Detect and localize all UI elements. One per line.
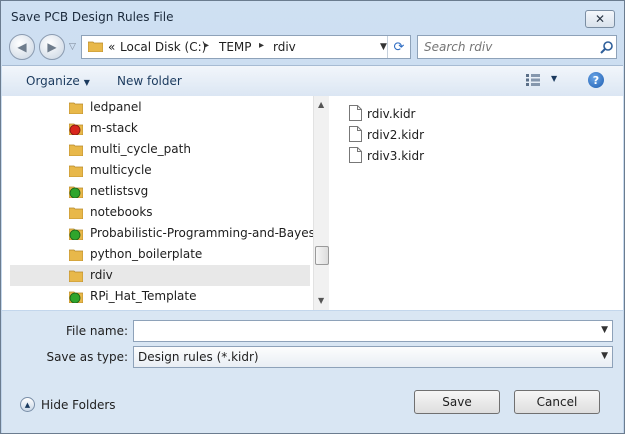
folder-tree-scrollbar[interactable]: ▲ ▼ [313, 96, 329, 310]
tree-item-rpi-hat-template[interactable]: RPi_Hat_Template [10, 286, 310, 307]
file-item-label: rdiv3.kidr [367, 149, 425, 163]
forward-arrow-icon: ▶ [47, 40, 57, 54]
tree-item-multi-cycle-path[interactable]: multi_cycle_path [10, 139, 310, 160]
cancel-button[interactable]: Cancel [514, 390, 600, 414]
tree-item-m-stack[interactable]: m-stack [10, 118, 310, 139]
refresh-button[interactable]: ⟳ [387, 36, 410, 58]
new-folder-button[interactable]: New folder [117, 74, 182, 88]
file-item-rdiv2-kidr[interactable]: rdiv2.kidr [349, 125, 549, 145]
chevron-down-icon: ▼ [83, 78, 90, 87]
file-name-combobox[interactable]: ▼ [133, 320, 613, 342]
file-item-label: rdiv.kidr [367, 107, 416, 121]
tree-item-rdiv[interactable]: rdiv [10, 265, 310, 286]
title-bar[interactable]: Save PCB Design Rules File ✕ [1, 1, 624, 31]
folder-icon [69, 207, 83, 219]
tree-item-python-boilerplate[interactable]: python_boilerplate [10, 244, 310, 265]
folder-icon [69, 144, 83, 156]
close-icon: ✕ [594, 12, 606, 26]
save-button[interactable]: Save [414, 390, 500, 414]
view-dropdown-arrow[interactable]: ▼ [551, 74, 557, 83]
tree-item-multicycle[interactable]: multicycle [10, 160, 310, 181]
tree-item-netlistsvg[interactable]: netlistsvg [10, 181, 310, 202]
scrollbar-thumb[interactable] [315, 246, 329, 265]
tree-item-label: rdiv [90, 268, 113, 282]
tree-item-ledpanel[interactable]: ledpanel [10, 97, 310, 118]
folder-tree[interactable]: ledpanel m-stack multi_cycle_path multic… [2, 96, 314, 310]
document-icon [349, 126, 362, 142]
back-button[interactable]: ◀ [9, 34, 35, 60]
file-name-input[interactable] [137, 322, 591, 340]
dialog-title: Save PCB Design Rules File [11, 10, 174, 24]
scroll-down-icon[interactable]: ▼ [318, 296, 324, 305]
file-name-label: File name: [66, 324, 128, 338]
help-button[interactable]: ? [588, 72, 604, 88]
document-icon [349, 147, 362, 163]
save-as-type-select[interactable]: Design rules (*.kidr) ▼ [133, 346, 613, 368]
forward-button[interactable]: ▶ [39, 34, 65, 60]
tree-item-label: Probabilistic-Programming-and-Bayesian [90, 226, 314, 240]
folder-icon [88, 41, 103, 52]
breadcrumb-rdiv[interactable]: rdiv [273, 40, 296, 54]
tree-item-notebooks[interactable]: notebooks [10, 202, 310, 223]
navigation-bar: ◀ ▶ ▽ « Local Disk (C:) ▸ TEMP ▸ rdiv ▼ … [9, 33, 617, 61]
breadcrumb-local-disk[interactable]: Local Disk (C:) [120, 40, 206, 54]
hide-folders-label: Hide Folders [41, 397, 116, 412]
browser-panes: ledpanel m-stack multi_cycle_path multic… [2, 96, 623, 310]
tree-item-label: notebooks [90, 205, 153, 219]
folder-icon [69, 249, 83, 261]
file-item-rdiv-kidr[interactable]: rdiv.kidr [349, 104, 549, 124]
breadcrumb-temp[interactable]: TEMP [219, 40, 252, 54]
folder-icon [69, 270, 83, 282]
file-item-label: rdiv2.kidr [367, 128, 425, 142]
hide-folders-toggle[interactable]: ▲ Hide Folders [20, 397, 116, 412]
folder-green-status-icon [69, 291, 83, 303]
organize-menu[interactable]: Organize ▼ [26, 74, 90, 88]
command-bar: Organize ▼ New folder ▼ ? [2, 65, 623, 97]
tree-item-label: m-stack [90, 121, 138, 135]
view-options-icon[interactable] [526, 74, 540, 86]
tree-item-label: ledpanel [90, 100, 142, 114]
organize-label: Organize [26, 74, 80, 88]
recent-locations-dropdown[interactable]: ▽ [69, 42, 76, 52]
folder-green-status-icon [69, 228, 83, 240]
file-list[interactable]: rdiv.kidr rdiv2.kidr rdiv3.kidr [329, 96, 623, 310]
address-bar[interactable]: « Local Disk (C:) ▸ TEMP ▸ rdiv ▼ ⟳ [81, 35, 411, 59]
file-name-dropdown-arrow[interactable]: ▼ [601, 325, 608, 335]
search-icon[interactable] [600, 40, 614, 54]
save-dialog: Save PCB Design Rules File ✕ ◀ ▶ ▽ « Loc… [0, 0, 625, 434]
tree-item-label: python_boilerplate [90, 247, 203, 261]
document-icon [349, 105, 362, 121]
folder-green-status-icon [69, 186, 83, 198]
breadcrumb-separator[interactable]: ▸ [259, 40, 264, 51]
search-box[interactable] [417, 35, 617, 59]
collapse-up-icon: ▲ [20, 397, 35, 412]
folder-red-status-icon [69, 123, 83, 135]
save-as-type-value: Design rules (*.kidr) [138, 350, 259, 364]
folder-icon [69, 165, 83, 177]
help-icon: ? [592, 73, 600, 87]
save-as-type-label: Save as type: [46, 350, 128, 364]
tree-item-label: multi_cycle_path [90, 142, 191, 156]
breadcrumb-separator[interactable]: ▸ [204, 40, 209, 51]
search-input[interactable] [422, 37, 596, 57]
file-item-rdiv3-kidr[interactable]: rdiv3.kidr [349, 146, 549, 166]
address-dropdown-arrow[interactable]: ▼ [380, 42, 387, 52]
back-arrow-icon: ◀ [17, 40, 27, 54]
close-button[interactable]: ✕ [585, 10, 615, 28]
path-overflow-chevron[interactable]: « [108, 40, 115, 54]
save-options-panel: File name: ▼ Save as type: Design rules … [2, 311, 623, 433]
tree-item-label: RPi_Hat_Template [90, 289, 197, 303]
refresh-icon: ⟳ [393, 39, 405, 55]
tree-item-label: multicycle [90, 163, 152, 177]
tree-item-probabilistic-programming[interactable]: Probabilistic-Programming-and-Bayesian [10, 223, 314, 244]
scroll-up-icon[interactable]: ▲ [318, 100, 324, 109]
folder-icon [69, 102, 83, 114]
save-as-type-dropdown-arrow[interactable]: ▼ [601, 351, 608, 361]
tree-item-label: netlistsvg [90, 184, 149, 198]
